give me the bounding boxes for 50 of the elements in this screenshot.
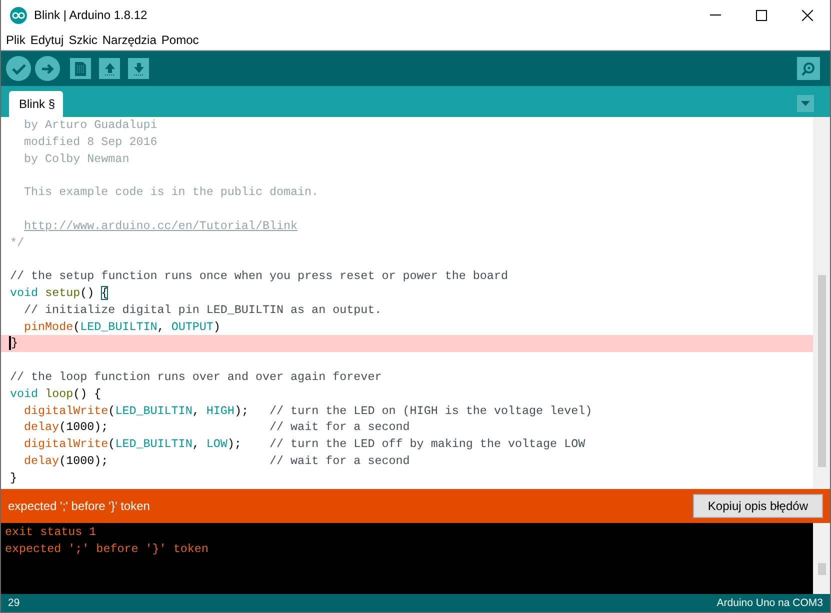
open-button[interactable] (99, 58, 120, 79)
save-button[interactable] (128, 58, 149, 79)
code-line: by Colby Newman (23, 150, 130, 168)
upload-button[interactable] (35, 56, 60, 81)
menu-item[interactable]: Narzędzia (101, 33, 160, 47)
code-line: digitalWrite(LED_BUILTIN, LOW); // turn the LED off by making the voltage LOW (23, 436, 586, 453)
code-line: modified 8 Sep 2016 (23, 134, 158, 151)
maximize-icon (756, 10, 766, 20)
code-line: // the setup function runs once when you press reset or power the board (9, 268, 509, 285)
tab-menu-button[interactable] (797, 95, 814, 112)
verify-button[interactable] (6, 56, 31, 81)
code-line: // the loop function runs over and over again forever (9, 368, 383, 386)
code-line: void loop() { (9, 386, 102, 403)
scrollbar[interactable] (813, 117, 830, 489)
menu-item[interactable]: Edytuj (29, 33, 68, 47)
scrollbar[interactable] (813, 523, 830, 594)
board-port: Arduino Uno na COM3 (716, 597, 823, 609)
code-line: http://www.arduino.cc/en/Tutorial/Blink (23, 218, 299, 235)
app-logo-icon (10, 6, 27, 24)
document-icon (75, 62, 86, 76)
check-icon (12, 62, 26, 74)
copy-errors-button[interactable]: Kopiuj opis błędów (692, 494, 823, 518)
window-title: Blink | Arduino 1.8.12 (34, 8, 148, 22)
code-line: delay(1000); // wait for a second (23, 419, 411, 436)
code-line: */ (9, 234, 26, 252)
code-line: digitalWrite(LED_BUILTIN, HIGH); // turn the LED on (HIGH is the voltage level) (23, 402, 594, 420)
minimize-icon (710, 14, 720, 16)
close-icon (802, 10, 812, 20)
code-line: delay(1000); // wait for a second (23, 452, 411, 470)
menu-item[interactable]: Szkic (68, 33, 102, 47)
code-line: by Arturo Guadalupi (23, 117, 158, 134)
line-number: 29 (8, 597, 20, 609)
search-icon (801, 62, 816, 76)
code-line: pinMode(LED_BUILTIN, OUTPUT) (23, 318, 222, 336)
menu-item[interactable]: Plik (5, 33, 30, 47)
new-button[interactable] (70, 58, 91, 79)
caret-icon (801, 101, 810, 106)
menu-item[interactable]: Pomoc (160, 33, 203, 47)
serial-monitor-button[interactable] (797, 57, 820, 80)
code-line: void setup() { (9, 284, 110, 302)
arrow-up-icon (104, 62, 116, 76)
code-line: } (9, 470, 18, 487)
arrow-down-icon (132, 62, 144, 76)
editor-tab[interactable]: Blink § (9, 91, 64, 117)
code-line: This example code is in the public domain. (23, 184, 320, 201)
code-line: // initialize digital pin LED_BUILTIN as an output. (23, 302, 383, 319)
console-line: exit status 1 (4, 524, 98, 540)
arrow-right-icon (40, 62, 54, 74)
error-message: expected ';' before '}' token (8, 499, 151, 513)
console-line: expected ';' before '}' token (4, 540, 210, 557)
